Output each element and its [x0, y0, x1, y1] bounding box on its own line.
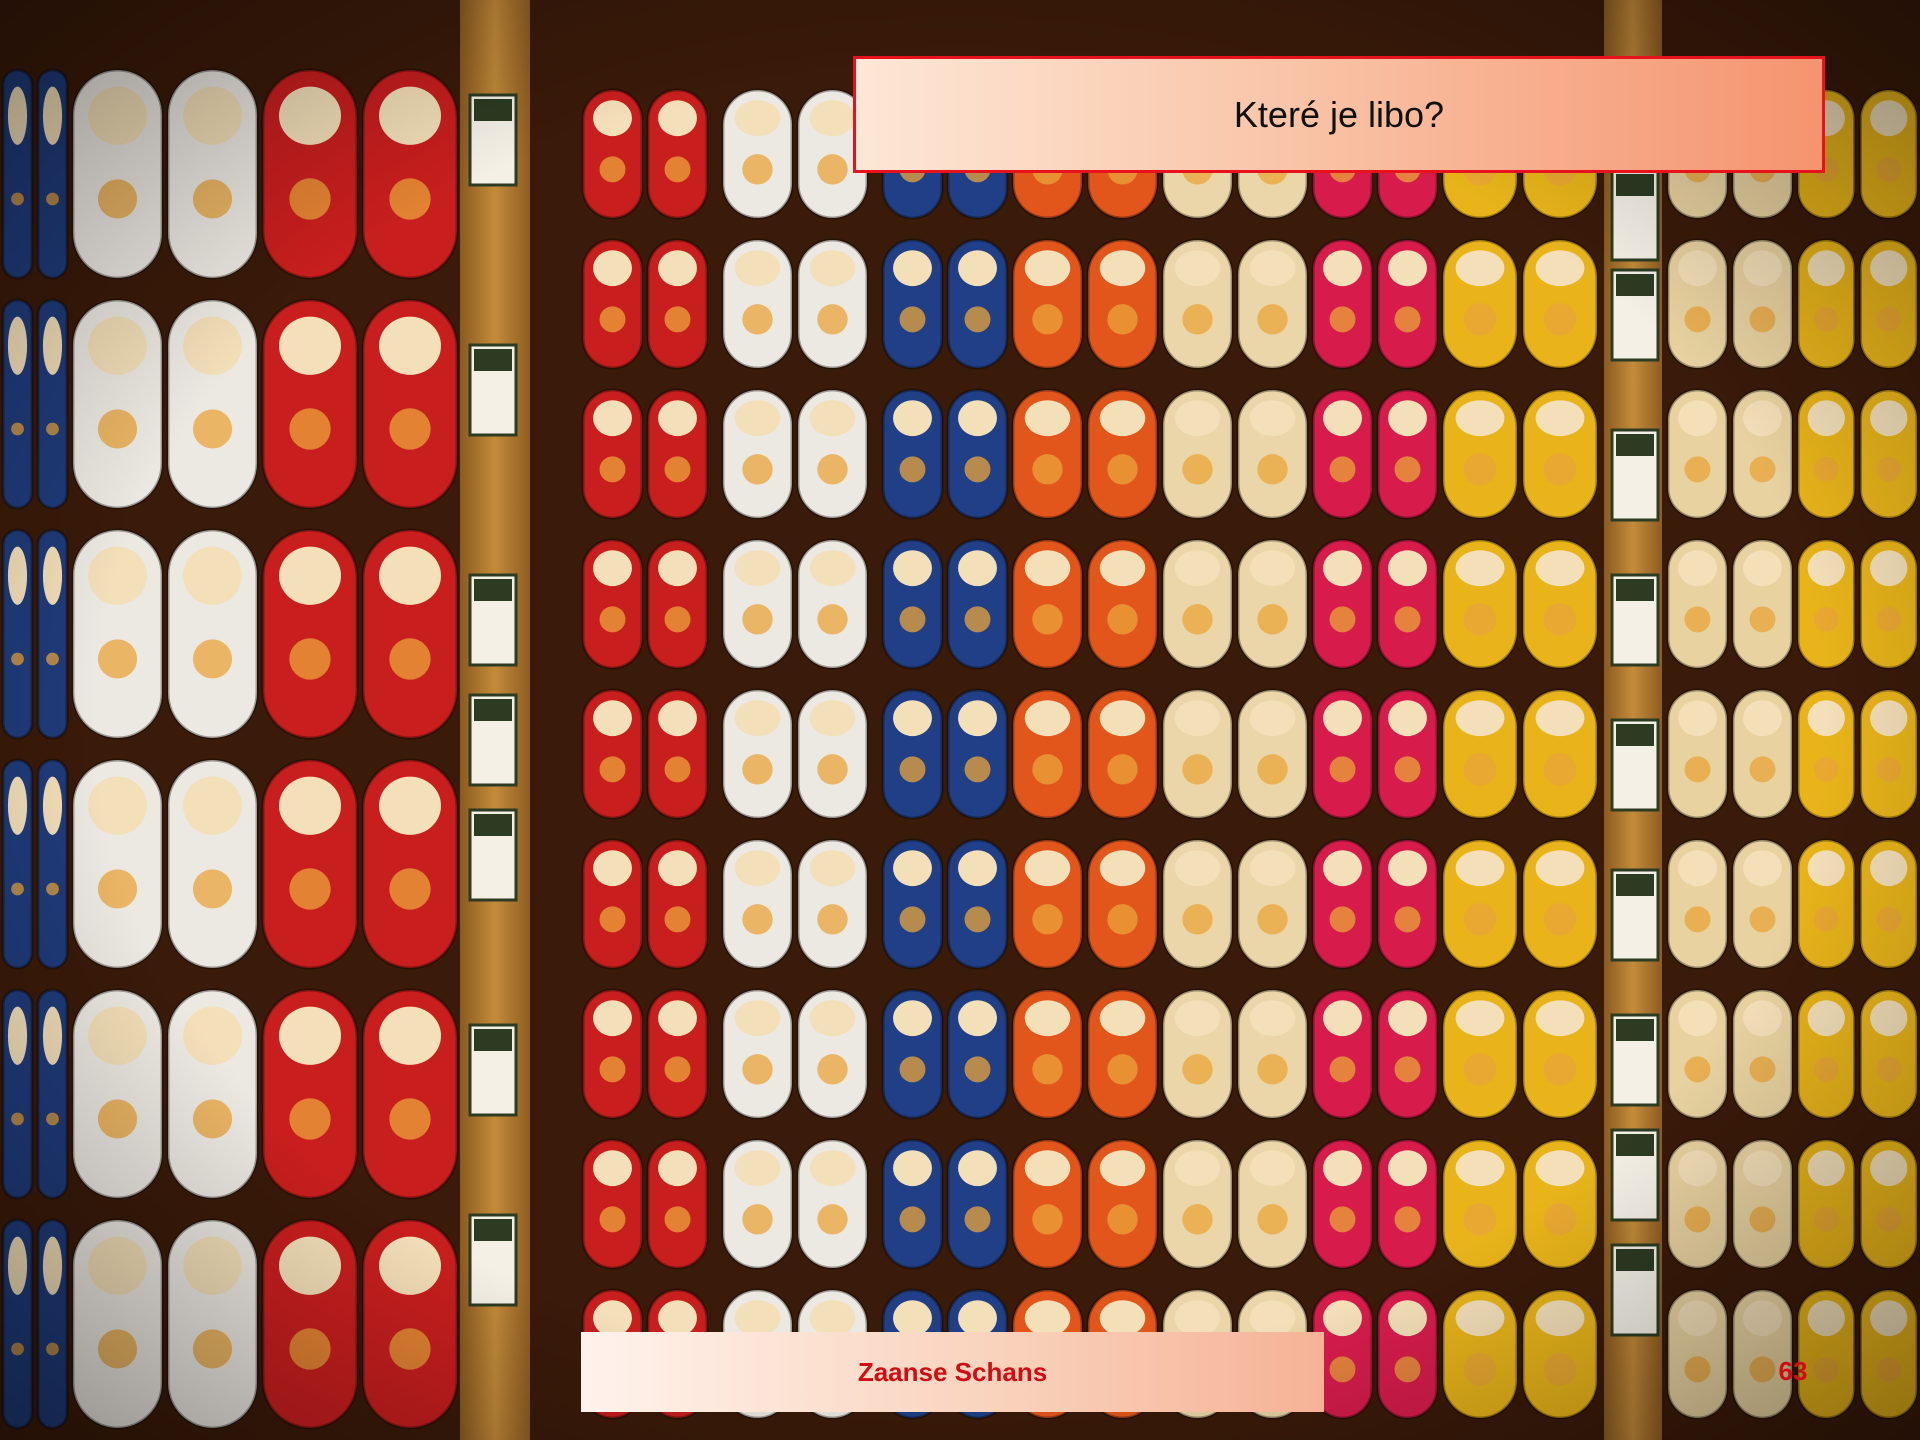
clogs-photo — [0, 0, 1920, 1440]
page-number: 63 — [1778, 1356, 1808, 1386]
slide-title: Které je libo? — [1233, 93, 1445, 135]
title-banner: Které je libo? — [853, 56, 1825, 173]
slide: Které je libo? Zaanse Schans 63 — [0, 0, 1920, 1440]
footer-label: Zaanse Schans — [857, 1356, 1048, 1387]
footer-banner: Zaanse Schans — [581, 1332, 1324, 1412]
